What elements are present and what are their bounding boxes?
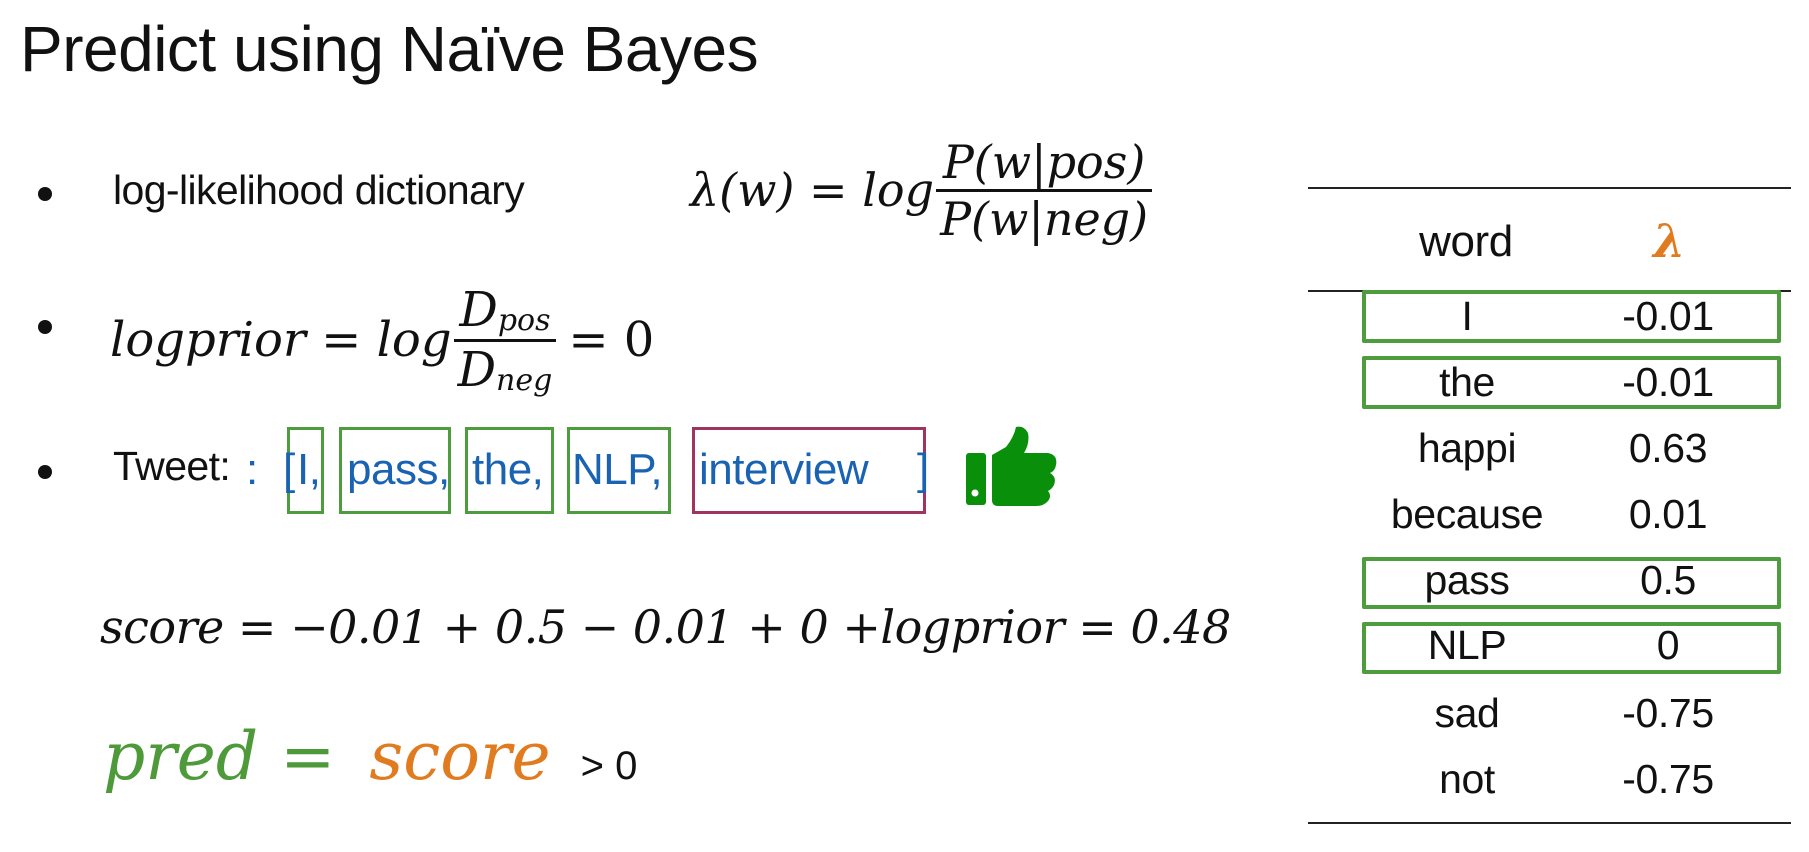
loglikelihood-label: log-likelihood dictionary bbox=[113, 167, 525, 213]
fraction-numerator: Dpos bbox=[455, 282, 554, 338]
tweet-label: Tweet: bbox=[113, 443, 231, 489]
slide-title: Predict using Naïve Bayes bbox=[20, 13, 759, 85]
fraction-numerator: P(w|pos) bbox=[942, 134, 1146, 189]
token-text: interview bbox=[699, 445, 869, 495]
d-neg-base: D bbox=[457, 341, 497, 398]
open-bracket: [ bbox=[283, 445, 295, 494]
table-cell-word: NLP bbox=[1427, 622, 1507, 668]
d-pos-base: D bbox=[459, 282, 498, 339]
table-cell-lambda: -0.01 bbox=[1622, 293, 1714, 339]
table-header-word: word bbox=[1419, 217, 1513, 266]
table-row-highlight bbox=[1362, 290, 1781, 343]
bullet-dot bbox=[38, 465, 52, 479]
table-cell-lambda: 0.63 bbox=[1628, 425, 1708, 471]
table-header-lambda: λ bbox=[1653, 214, 1685, 268]
pred-score: score bbox=[369, 718, 551, 795]
logprior-rhs: = 0 bbox=[568, 312, 655, 368]
token-sep: , bbox=[308, 445, 321, 494]
table-row-highlight bbox=[1362, 356, 1781, 409]
table-cell-word: not bbox=[1439, 756, 1495, 802]
token-text: pass, bbox=[347, 445, 450, 495]
d-pos-sub: pos bbox=[497, 303, 551, 339]
fraction-denominator: Dneg bbox=[454, 342, 557, 398]
token-sep: , bbox=[437, 445, 450, 494]
bullet-dot bbox=[38, 187, 52, 201]
table-cell-word: happi bbox=[1417, 425, 1517, 471]
token-text: I, bbox=[297, 445, 321, 495]
table-cell-lambda: -0.75 bbox=[1622, 756, 1714, 802]
close-bracket: ] bbox=[917, 445, 929, 494]
logprior-formula: logprior = log Dpos Dneg = 0 bbox=[110, 270, 654, 410]
pred-equals: = bbox=[280, 718, 336, 795]
token-text: the, bbox=[472, 445, 544, 495]
pred-lhs: pred bbox=[103, 718, 259, 795]
token-sep: , bbox=[531, 445, 544, 494]
token-word: the bbox=[472, 445, 532, 494]
table-cell-lambda: 0 bbox=[1656, 622, 1680, 668]
table-cell-lambda: 0.5 bbox=[1640, 557, 1696, 603]
table-cell-lambda: 0.01 bbox=[1628, 491, 1708, 537]
token-word: interview bbox=[699, 445, 869, 494]
prediction-formula: pred = score > 0 bbox=[103, 718, 637, 795]
lambda-lhs: λ(w) = log bbox=[690, 163, 935, 217]
loglikelihood-formula: λ(w) = log P(w|pos) P(w|neg) bbox=[690, 120, 1153, 260]
token-word: pass bbox=[347, 445, 438, 494]
table-cell-word: I bbox=[1461, 293, 1473, 339]
token-word: NLP bbox=[572, 445, 651, 494]
table-cell-lambda: -0.01 bbox=[1622, 359, 1714, 405]
pred-condition: > 0 bbox=[580, 744, 638, 788]
table-row-highlight bbox=[1362, 622, 1781, 674]
table-cell-word: the bbox=[1439, 359, 1495, 405]
table-cell-word: because bbox=[1390, 491, 1544, 537]
table-cell-word: sad bbox=[1434, 690, 1500, 736]
logprior-lhs: logprior = log bbox=[110, 312, 452, 368]
table-top-rule bbox=[1308, 187, 1791, 189]
loglikelihood-fraction: P(w|pos) P(w|neg) bbox=[936, 134, 1153, 246]
logprior-fraction: Dpos Dneg bbox=[453, 282, 557, 398]
score-equation: score = −0.01 + 0.5 − 0.01 + 0 +logprior… bbox=[100, 600, 1231, 654]
table-cell-lambda: -0.75 bbox=[1622, 690, 1714, 736]
fraction-denominator: P(w|neg) bbox=[940, 191, 1149, 246]
token-word: I bbox=[297, 445, 309, 494]
thumbs-up-icon bbox=[966, 426, 1057, 506]
token-text: NLP, bbox=[572, 445, 663, 495]
tweet-colon: : bbox=[246, 445, 258, 494]
table-cell-word: pass bbox=[1424, 557, 1510, 603]
bullet-dot bbox=[38, 320, 52, 334]
table-bottom-rule bbox=[1308, 822, 1791, 824]
token-sep: , bbox=[650, 445, 663, 494]
d-neg-sub: neg bbox=[496, 362, 553, 398]
